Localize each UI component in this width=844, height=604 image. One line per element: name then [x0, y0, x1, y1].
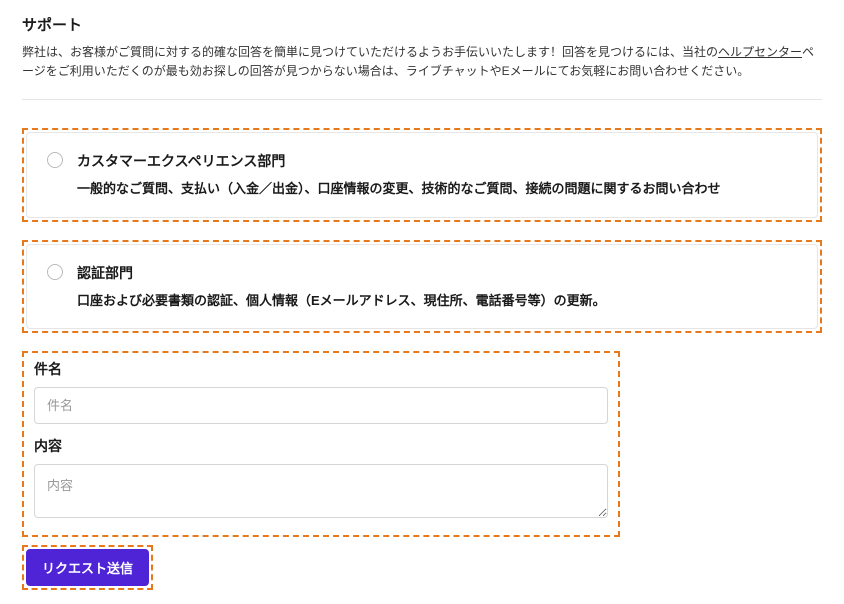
- content-field-wrap: 内容: [34, 436, 608, 521]
- content-label: 内容: [34, 436, 608, 456]
- option-title: カスタマーエクスペリエンス部門: [77, 151, 797, 171]
- radio-icon: [47, 152, 63, 168]
- submit-button[interactable]: リクエスト送信: [26, 549, 149, 586]
- page-title: サポート: [22, 14, 822, 35]
- option-customer-experience[interactable]: カスタマーエクスペリエンス部門 一般的なご質問、支払い（入金／出金）、口座情報の…: [26, 132, 818, 218]
- intro-text: 弊社は、お客様がご質問に対する的確な回答を簡単に見つけていただけるようお手伝いい…: [22, 43, 822, 81]
- option-title: 認証部門: [77, 263, 797, 283]
- intro-pre: 弊社は、お客様がご質問に対する的確な回答を簡単に見つけていただけるようお手伝いい…: [22, 45, 718, 59]
- help-center-link[interactable]: ヘルプセンター: [718, 45, 802, 59]
- submit-wrap: リクエスト送信: [22, 545, 153, 590]
- content-input[interactable]: [34, 464, 608, 518]
- option-content: カスタマーエクスペリエンス部門 一般的なご質問、支払い（入金／出金）、口座情報の…: [77, 151, 797, 199]
- option-wrap-customer-experience: カスタマーエクスペリエンス部門 一般的なご質問、支払い（入金／出金）、口座情報の…: [22, 128, 822, 222]
- option-wrap-verification: 認証部門 口座および必要書類の認証、個人情報（Eメールアドレス、現住所、電話番号…: [22, 240, 822, 334]
- option-content: 認証部門 口座および必要書類の認証、個人情報（Eメールアドレス、現住所、電話番号…: [77, 263, 797, 311]
- subject-label: 件名: [34, 359, 608, 379]
- subject-field-wrap: 件名: [34, 359, 608, 424]
- subject-input[interactable]: [34, 387, 608, 424]
- divider: [22, 99, 822, 100]
- option-verification[interactable]: 認証部門 口座および必要書類の認証、個人情報（Eメールアドレス、現住所、電話番号…: [26, 244, 818, 330]
- radio-icon: [47, 264, 63, 280]
- option-desc: 口座および必要書類の認証、個人情報（Eメールアドレス、現住所、電話番号等）の更新…: [77, 291, 797, 311]
- form-wrap: 件名 内容: [22, 351, 620, 537]
- option-desc: 一般的なご質問、支払い（入金／出金）、口座情報の変更、技術的なご質問、接続の問題…: [77, 179, 797, 199]
